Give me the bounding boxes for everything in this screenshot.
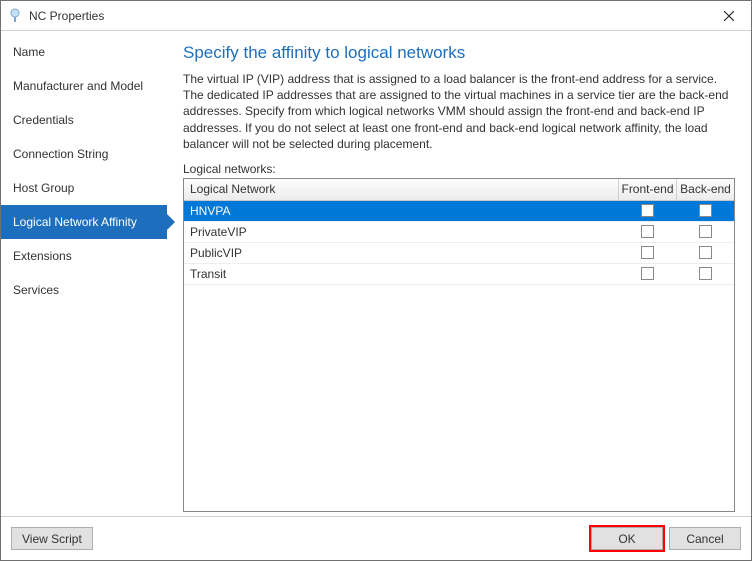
grid-rows: HNVPA PrivateVIP PublicVIP <box>184 201 734 511</box>
cell-network-name: Transit <box>184 264 618 284</box>
app-icon <box>7 8 23 24</box>
content-pane: Specify the affinity to logical networks… <box>167 31 751 516</box>
close-icon <box>724 11 734 21</box>
cancel-button[interactable]: Cancel <box>669 527 741 550</box>
logical-networks-grid: Logical Network Front-end Back-end HNVPA… <box>183 178 735 512</box>
sidebar-item-extensions[interactable]: Extensions <box>1 239 167 273</box>
dialog-footer: View Script OK Cancel <box>1 516 751 560</box>
cell-network-name: HNVPA <box>184 201 618 221</box>
checkbox-front-end[interactable] <box>641 225 654 238</box>
checkbox-front-end[interactable] <box>641 246 654 259</box>
checkbox-back-end[interactable] <box>699 246 712 259</box>
col-header-back-end[interactable]: Back-end <box>676 179 734 200</box>
cell-network-name: PublicVIP <box>184 243 618 263</box>
page-description: The virtual IP (VIP) address that is ass… <box>183 71 735 152</box>
checkbox-back-end[interactable] <box>699 267 712 280</box>
checkbox-front-end[interactable] <box>641 267 654 280</box>
close-button[interactable] <box>706 2 751 30</box>
col-header-logical-network[interactable]: Logical Network <box>184 179 618 200</box>
sidebar: Name Manufacturer and Model Credentials … <box>1 31 167 516</box>
list-label: Logical networks: <box>183 162 735 176</box>
sidebar-item-host-group[interactable]: Host Group <box>1 171 167 205</box>
table-row[interactable]: PublicVIP <box>184 243 734 264</box>
sidebar-item-credentials[interactable]: Credentials <box>1 103 167 137</box>
checkbox-front-end[interactable] <box>641 204 654 217</box>
grid-header: Logical Network Front-end Back-end <box>184 179 734 201</box>
sidebar-item-connection-string[interactable]: Connection String <box>1 137 167 171</box>
ok-button[interactable]: OK <box>591 527 663 550</box>
table-row[interactable]: HNVPA <box>184 201 734 222</box>
window-title: NC Properties <box>29 9 706 23</box>
view-script-button[interactable]: View Script <box>11 527 93 550</box>
cell-network-name: PrivateVIP <box>184 222 618 242</box>
checkbox-back-end[interactable] <box>699 204 712 217</box>
table-row[interactable]: PrivateVIP <box>184 222 734 243</box>
sidebar-item-name[interactable]: Name <box>1 35 167 69</box>
checkbox-back-end[interactable] <box>699 225 712 238</box>
sidebar-item-logical-network-affinity[interactable]: Logical Network Affinity <box>1 205 167 239</box>
sidebar-item-services[interactable]: Services <box>1 273 167 307</box>
sidebar-item-manufacturer[interactable]: Manufacturer and Model <box>1 69 167 103</box>
dialog-body: Name Manufacturer and Model Credentials … <box>1 31 751 516</box>
window: NC Properties Name Manufacturer and Mode… <box>0 0 752 561</box>
col-header-front-end[interactable]: Front-end <box>618 179 676 200</box>
page-header: Specify the affinity to logical networks <box>183 43 735 63</box>
titlebar: NC Properties <box>1 1 751 31</box>
table-row[interactable]: Transit <box>184 264 734 285</box>
